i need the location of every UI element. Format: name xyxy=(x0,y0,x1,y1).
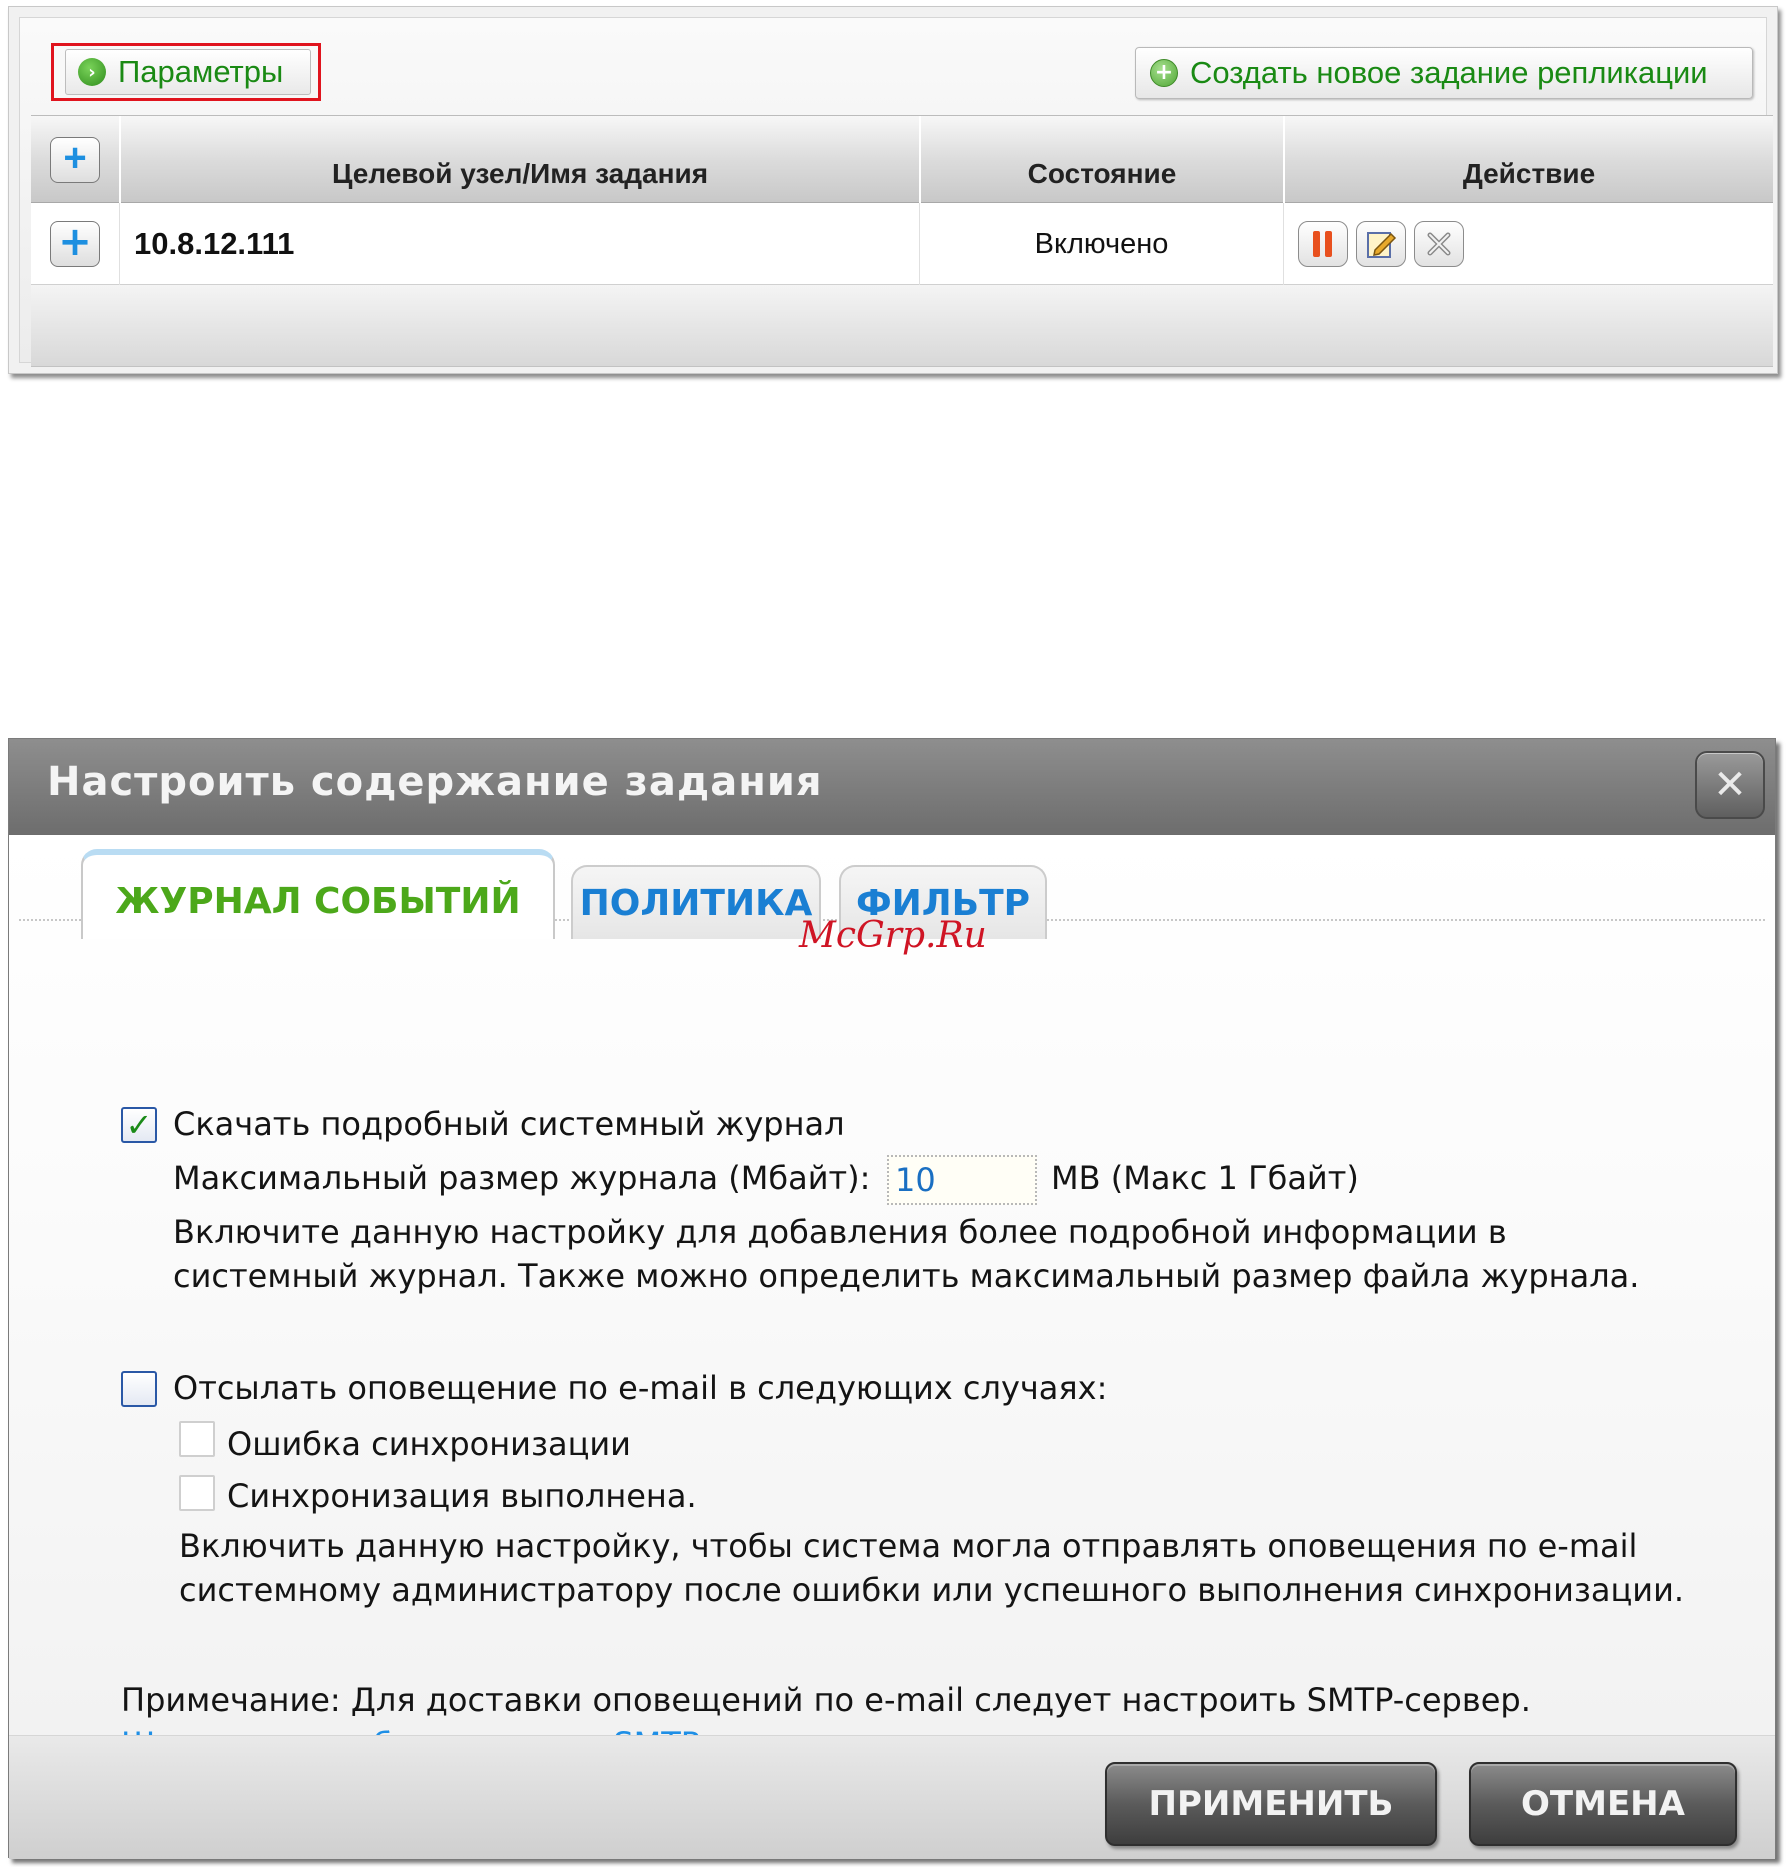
sync-error-checkbox[interactable] xyxy=(179,1421,215,1457)
params-button[interactable]: › Параметры xyxy=(65,49,311,95)
email-description-line1: Включить данную настройку, чтобы система… xyxy=(179,1527,1638,1565)
dialog-footer: ПРИМЕНИТЬ ОТМЕНА xyxy=(9,1735,1775,1859)
plus-icon: + xyxy=(63,136,87,180)
edit-icon xyxy=(1367,232,1397,258)
email-alert-label: Отсылать оповещение по e-mail в следующи… xyxy=(173,1369,1108,1407)
apply-button[interactable]: ПРИМЕНИТЬ xyxy=(1105,1762,1437,1846)
table-row: + 10.8.12.111 Включено xyxy=(31,203,1773,285)
delete-button[interactable] xyxy=(1414,221,1464,267)
row-expand-cell: + xyxy=(31,203,119,285)
jobs-table: + Целевой узел/Имя задания Состояние Дей… xyxy=(31,115,1773,367)
create-replication-job-label: Создать новое задание репликации xyxy=(1190,55,1708,90)
email-description-line2: системному администратору после ошибки и… xyxy=(179,1571,1685,1609)
arrow-right-icon: › xyxy=(78,58,106,86)
log-size-label: Максимальный размер журнала (Мбайт): xyxy=(173,1159,871,1197)
params-button-label: Параметры xyxy=(118,54,284,89)
column-header-action: Действие xyxy=(1283,116,1773,204)
job-settings-dialog: Настроить содержание задания ✕ ЖУРНАЛ СО… xyxy=(8,738,1776,1859)
column-header-target: Целевой узел/Имя задания xyxy=(119,116,919,204)
dialog-title: Настроить содержание задания xyxy=(47,759,823,805)
log-size-input[interactable] xyxy=(887,1155,1037,1205)
close-button[interactable]: ✕ xyxy=(1695,751,1765,819)
tab-policy[interactable]: ПОЛИТИКА xyxy=(571,865,821,939)
tab-event-log[interactable]: ЖУРНАЛ СОБЫТИЙ xyxy=(81,849,555,939)
row-actions xyxy=(1283,203,1773,285)
pause-icon xyxy=(1313,231,1332,257)
expand-all-button[interactable]: + xyxy=(50,137,100,183)
sync-error-label: Ошибка синхронизации xyxy=(227,1425,631,1463)
dialog-body: ЖУРНАЛ СОБЫТИЙ ПОЛИТИКА ФИЛЬТР McGrp.Ru … xyxy=(9,835,1775,1763)
checkmark-icon: ✓ xyxy=(125,1106,153,1144)
edit-button[interactable] xyxy=(1356,221,1406,267)
log-size-unit: MB (Макс 1 Гбайт) xyxy=(1051,1159,1359,1197)
cancel-button[interactable]: ОТМЕНА xyxy=(1469,1762,1737,1846)
smtp-note: Примечание: Для доставки оповещений по e… xyxy=(121,1681,1531,1719)
replication-panel: › Параметры + Создать новое задание репл… xyxy=(8,6,1778,374)
expand-all-cell: + xyxy=(31,116,119,204)
create-replication-job-button[interactable]: + Создать новое задание репликации xyxy=(1135,47,1753,99)
watermark: McGrp.Ru xyxy=(799,915,987,956)
log-description-line2: системный журнал. Также можно определить… xyxy=(173,1257,1640,1295)
dialog-titlebar: Настроить содержание задания ✕ xyxy=(9,739,1775,835)
table-header: + Целевой узел/Имя задания Состояние Дей… xyxy=(31,115,1773,204)
plus-icon: + xyxy=(58,219,92,265)
pause-button[interactable] xyxy=(1298,221,1348,267)
detailed-log-label: Скачать подробный системный журнал xyxy=(173,1105,845,1143)
detailed-log-checkbox[interactable]: ✓ xyxy=(121,1107,157,1143)
sync-done-label: Синхронизация выполнена. xyxy=(227,1477,697,1515)
row-status: Включено xyxy=(919,203,1283,285)
log-description-line1: Включите данную настройку для добавления… xyxy=(173,1213,1507,1251)
sync-done-checkbox[interactable] xyxy=(179,1475,215,1511)
expand-row-button[interactable]: + xyxy=(50,221,100,267)
close-icon: ✕ xyxy=(1713,762,1747,808)
column-header-status: Состояние xyxy=(919,116,1283,204)
email-alert-checkbox[interactable] xyxy=(121,1371,157,1407)
table-footer xyxy=(31,285,1773,367)
row-target: 10.8.12.111 xyxy=(119,203,919,285)
delete-icon xyxy=(1427,232,1451,256)
add-icon: + xyxy=(1150,59,1178,87)
